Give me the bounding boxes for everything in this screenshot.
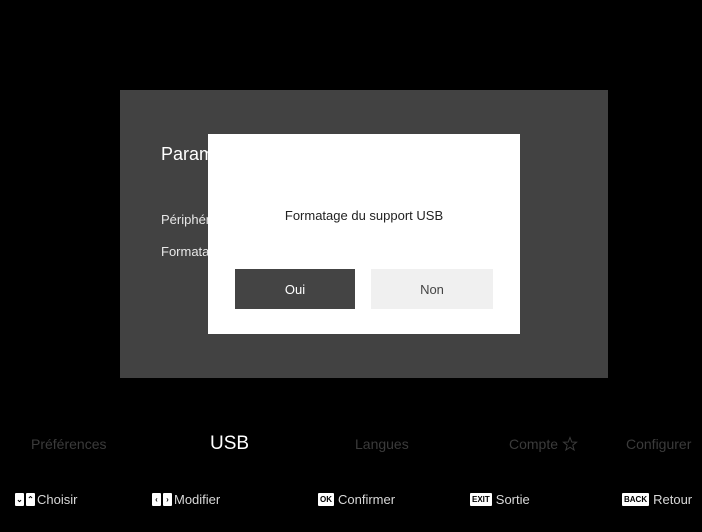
- hint-label: Confirmer: [338, 491, 396, 507]
- yes-button[interactable]: Oui: [235, 269, 355, 309]
- tab-configurer[interactable]: Configurer: [626, 426, 691, 462]
- chevron-right-icon: ›: [163, 492, 172, 506]
- hint-label: Retour: [653, 491, 693, 507]
- chevron-up-icon: ⌃: [26, 492, 35, 506]
- chevron-down-icon: ⌄: [15, 492, 24, 506]
- tab-compte[interactable]: Compte: [509, 426, 578, 462]
- tab-label: Préférences: [31, 436, 107, 452]
- no-button[interactable]: Non: [371, 269, 493, 309]
- hint-confirmer: OK Confirmer: [318, 486, 395, 512]
- chevron-left-icon: ‹: [152, 492, 161, 506]
- tab-label: USB: [210, 433, 250, 454]
- tab-preferences[interactable]: Préférences: [31, 426, 106, 462]
- tab-label: Compte: [509, 436, 559, 452]
- hint-sortie: EXIT Sortie: [470, 486, 530, 512]
- tv-settings-screen: Paramètres USB Périphérique USB Formatag…: [0, 0, 702, 532]
- tab-label: Configurer: [626, 436, 692, 452]
- tab-langues[interactable]: Langues: [355, 426, 409, 462]
- hint-retour: BACK Retour: [622, 486, 692, 512]
- format-confirm-dialog: Formatage du support USB Oui Non: [208, 134, 520, 334]
- back-key-icon: BACK: [622, 492, 650, 506]
- tab-label: Langues: [355, 436, 409, 452]
- exit-key-icon: EXIT: [470, 492, 492, 506]
- category-tab-bar: Préférences USB Langues Compte Configure…: [0, 426, 702, 462]
- ok-key-icon: OK: [318, 492, 334, 506]
- hint-label: Modifier: [174, 491, 221, 507]
- hint-label: Sortie: [495, 491, 530, 507]
- screen-edge: [0, 0, 6, 478]
- tab-usb[interactable]: USB: [210, 426, 249, 462]
- star-icon: [562, 436, 578, 452]
- hint-modifier: ‹ › Modifier: [152, 486, 220, 512]
- hint-choisir: ⌄ ⌃ Choisir: [15, 486, 77, 512]
- hint-label: Choisir: [37, 491, 78, 507]
- dialog-message: Formatage du support USB: [284, 208, 444, 223]
- remote-hint-bar: ⌄ ⌃ Choisir ‹ › Modifier OK Confirmer EX…: [0, 486, 702, 512]
